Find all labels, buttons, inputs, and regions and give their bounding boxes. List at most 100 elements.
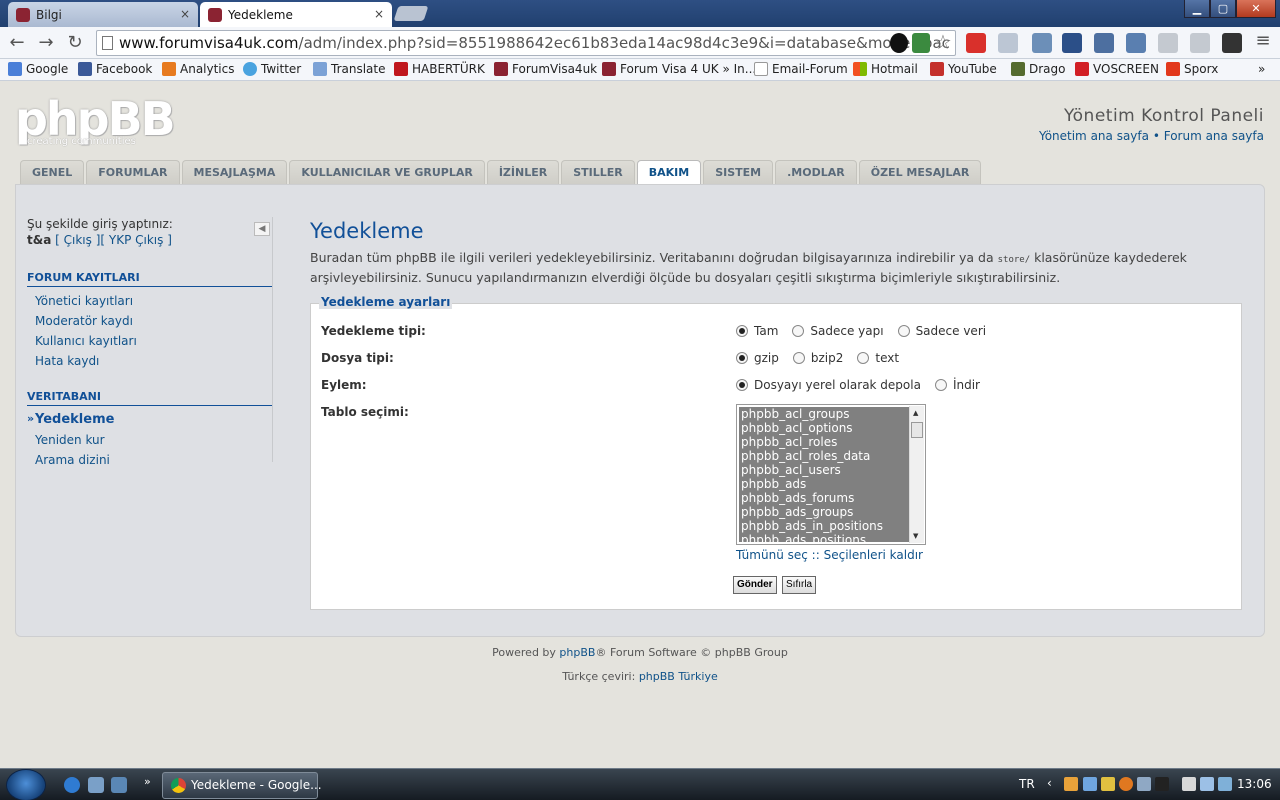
listbox-scrollbar[interactable]: ▲ ▼ (909, 406, 924, 543)
bookmark-drago[interactable]: Drago (1011, 62, 1066, 76)
file-type-text[interactable]: text (857, 351, 899, 365)
extension-magnifier-icon[interactable] (998, 33, 1018, 53)
scroll-down-icon[interactable]: ▼ (913, 532, 918, 540)
forum-index-link[interactable]: Forum ana sayfa (1164, 129, 1264, 143)
extension-help-icon[interactable] (1158, 33, 1178, 53)
table-option[interactable]: phpbb_ads_groups (739, 505, 909, 519)
radio-unchecked[interactable] (934, 379, 947, 391)
tray-shield-icon[interactable] (1101, 777, 1115, 791)
bookmark-sporx[interactable]: Sporx (1166, 62, 1218, 76)
acp-logout-link[interactable]: [ YKP Çıkış ] (100, 233, 172, 247)
sidebar-item-mod-log[interactable]: Moderatör kaydı (27, 311, 272, 331)
taskbar-chrome-window[interactable]: Yedekleme - Google... (162, 772, 322, 799)
radio-checked[interactable] (736, 325, 748, 337)
extension-a-icon[interactable] (890, 33, 908, 53)
phpbb-turkiye-link[interactable]: phpBB Türkiye (639, 670, 718, 683)
bookmark-twitter[interactable]: Twitter (243, 62, 301, 76)
table-option[interactable]: phpbb_ads_positions (739, 533, 909, 542)
scroll-up-icon[interactable]: ▲ (913, 409, 918, 417)
internet-explorer-icon[interactable] (64, 777, 80, 793)
taskbar-clock[interactable]: 13:06 (1237, 777, 1272, 791)
tab-stiller[interactable]: STILLER (561, 160, 635, 184)
close-window-button[interactable]: ✕ (1236, 0, 1276, 18)
admin-index-link[interactable]: Yönetim ana sayfa (1039, 129, 1149, 143)
backup-type-structure[interactable]: Sadece yapı (792, 324, 884, 338)
tab-kullanicilar[interactable]: KULLANICILAR VE GRUPLAR (289, 160, 485, 184)
table-option[interactable]: phpbb_ads (739, 477, 909, 491)
bookmark-haberturk[interactable]: HABERTÜRK (394, 62, 485, 76)
extension-grid-icon[interactable] (1032, 33, 1052, 53)
table-option[interactable]: phpbb_acl_users (739, 463, 909, 477)
maximize-window-button[interactable]: ▢ (1210, 0, 1236, 18)
extension-user-icon[interactable] (1094, 33, 1114, 53)
address-bar[interactable]: www.forumvisa4uk.com/adm/index.php?sid=8… (96, 30, 956, 56)
table-option[interactable]: phpbb_ads_forums (739, 491, 909, 505)
bookmark-google[interactable]: Google (8, 62, 68, 76)
phpbb-link[interactable]: phpBB (559, 646, 595, 659)
bookmark-hotmail[interactable]: Hotmail (853, 62, 918, 76)
file-type-bzip2[interactable]: bzip2 (792, 351, 843, 365)
table-select-listbox[interactable]: phpbb_acl_groups phpbb_acl_options phpbb_a… (736, 404, 926, 545)
tray-app-icon[interactable] (1137, 777, 1151, 791)
radio-unchecked[interactable] (897, 325, 910, 337)
new-tab-button[interactable] (393, 6, 429, 21)
sidebar-item-error-log[interactable]: Hata kaydı (27, 351, 272, 371)
action-store-locally[interactable]: Dosyayı yerel olarak depola (736, 378, 921, 392)
submit-button[interactable]: Gönder (733, 576, 777, 594)
extension-wp-icon[interactable] (1222, 33, 1242, 53)
bookmark-youtube[interactable]: YouTube (930, 62, 997, 76)
deselect-all-link[interactable]: Seçilenleri kaldır (824, 548, 923, 562)
reload-icon[interactable]: ↻ (64, 32, 86, 53)
radio-unchecked[interactable] (792, 325, 805, 337)
radio-unchecked[interactable] (857, 352, 870, 364)
tray-volume-icon[interactable] (1200, 777, 1214, 791)
close-tab-icon[interactable]: × (374, 7, 384, 21)
forward-arrow-icon[interactable]: → (35, 32, 57, 53)
radio-checked[interactable] (736, 379, 748, 391)
reset-button[interactable]: Sıfırla (782, 576, 817, 594)
radio-checked[interactable] (736, 352, 748, 364)
backup-type-data[interactable]: Sadece veri (897, 324, 986, 338)
sidebar-item-restore[interactable]: Yeniden kur (27, 430, 272, 450)
file-type-gzip[interactable]: gzip (736, 351, 779, 365)
radio-unchecked[interactable] (792, 352, 805, 364)
table-option[interactable]: phpbb_acl_roles_data (739, 449, 909, 463)
extension-shield-icon[interactable] (912, 33, 930, 53)
tray-app-icon[interactable] (1218, 777, 1232, 791)
tab-mesajlasma[interactable]: MESAJLAŞMA (181, 160, 288, 184)
browser-tab-bilgi[interactable]: Bilgi × (8, 2, 198, 27)
bookmark-facebook[interactable]: Facebook (78, 62, 152, 76)
tray-dropbox-icon[interactable] (1083, 777, 1097, 791)
tray-network-icon[interactable] (1182, 777, 1196, 791)
scroll-thumb[interactable] (911, 422, 923, 438)
bookmark-analytics[interactable]: Analytics (162, 62, 235, 76)
sidebar-item-backup[interactable]: Yedekleme (27, 409, 272, 430)
switch-windows-icon[interactable] (111, 777, 127, 793)
tray-app-icon[interactable] (1119, 777, 1133, 791)
bookmark-voscreen[interactable]: VOSCREEN (1075, 62, 1159, 76)
back-arrow-icon[interactable]: ← (6, 32, 28, 53)
start-button[interactable] (6, 769, 46, 800)
bookmark-translate[interactable]: Translate (313, 62, 386, 76)
tab-izinler[interactable]: İZİNLER (486, 160, 560, 184)
extension-help-icon[interactable] (1190, 33, 1210, 53)
browser-tab-yedekleme[interactable]: Yedekleme × (200, 2, 392, 27)
tray-app-icon[interactable] (1155, 777, 1169, 791)
table-option[interactable]: phpbb_acl_groups (739, 407, 909, 421)
quicklaunch-overflow-icon[interactable]: » (144, 775, 151, 788)
tab-modlar[interactable]: .MODLAR (775, 160, 857, 184)
show-desktop-icon[interactable] (88, 777, 104, 793)
bookmark-forum-visa[interactable]: Forum Visa 4 UK » In... (602, 62, 756, 76)
bookmark-email-forum[interactable]: Email-Forum (754, 62, 848, 76)
backup-type-full[interactable]: Tam (736, 324, 778, 338)
extension-window-icon[interactable] (1062, 33, 1082, 53)
tab-ozel-mesajlar[interactable]: ÖZEL MESAJLAR (858, 160, 982, 184)
tab-sistem[interactable]: SISTEM (703, 160, 774, 184)
extension-s-icon[interactable] (966, 33, 986, 53)
sidebar-item-user-logs[interactable]: Kullanıcı kayıtları (27, 331, 272, 351)
bookmark-forumvisa4uk[interactable]: ForumVisa4uk (494, 62, 597, 76)
extension-search-icon[interactable] (1126, 33, 1146, 53)
phpbb-logo[interactable]: phpBB creating communities (15, 92, 176, 147)
select-all-link[interactable]: Tümünü seç (736, 548, 808, 562)
tab-bakim[interactable]: BAKIM (636, 160, 702, 185)
